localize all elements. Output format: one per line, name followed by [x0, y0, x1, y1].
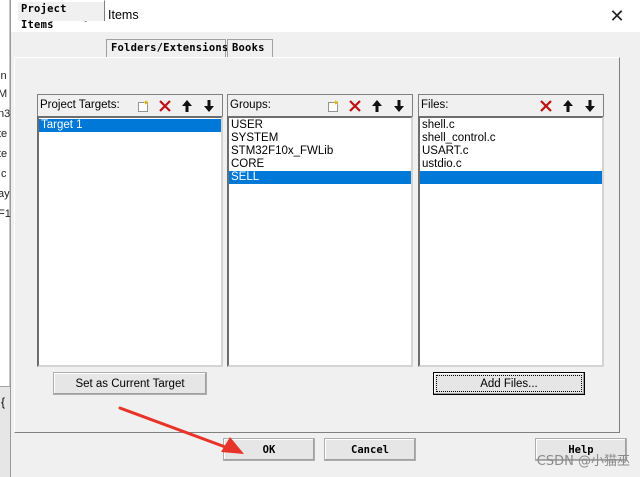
- background-editor-bottom: {: [0, 386, 10, 477]
- watermark: CSDN @小猫巫: [536, 454, 630, 469]
- set-current-target-button[interactable]: Set as Current Target: [53, 372, 207, 395]
- bg-fragment: n3: [0, 108, 11, 120]
- cancel-button[interactable]: Cancel: [324, 438, 416, 461]
- close-icon: ✕: [609, 5, 625, 27]
- arrow-up-icon: [182, 99, 192, 112]
- move-target-up-button[interactable]: [176, 96, 198, 115]
- title-bar[interactable]: Manage Project Items ✕: [11, 0, 640, 32]
- project-targets-toolbar: [132, 96, 220, 115]
- list-item[interactable]: SELL: [229, 171, 411, 184]
- delete-icon: [349, 99, 361, 112]
- move-group-down-button[interactable]: [388, 96, 410, 115]
- list-item[interactable]: Target 1: [39, 119, 221, 132]
- new-item-icon: [328, 99, 339, 112]
- groups-group: Groups: USER SYSTEM STM32F10x_FWLib CORE…: [227, 94, 413, 367]
- delete-icon: [159, 99, 171, 112]
- delete-group-button[interactable]: [344, 96, 366, 115]
- add-files-button[interactable]: Add Files...: [433, 372, 585, 395]
- bg-fragment: in: [0, 70, 7, 82]
- list-item[interactable]: STM32F10x_FWLib: [229, 145, 411, 158]
- project-targets-header: Project Targets:: [37, 94, 223, 116]
- move-file-up-button[interactable]: [557, 96, 579, 115]
- new-group-button[interactable]: [322, 96, 344, 115]
- close-button[interactable]: ✕: [607, 5, 627, 27]
- files-label: Files:: [421, 99, 449, 111]
- bg-fragment: te: [0, 128, 8, 140]
- list-item[interactable]: SYSTEM: [229, 132, 411, 145]
- groups-label: Groups:: [230, 99, 271, 111]
- list-item[interactable]: USART.c: [420, 145, 602, 158]
- tab-folders-extensions[interactable]: Folders/Extensions: [106, 39, 228, 57]
- list-item-empty-selected[interactable]: [420, 171, 602, 184]
- arrow-down-icon: [585, 99, 595, 112]
- tab-books[interactable]: Books: [227, 39, 273, 57]
- move-file-down-button[interactable]: [579, 96, 601, 115]
- new-target-button[interactable]: [132, 96, 154, 115]
- bg-fragment: M: [0, 88, 8, 100]
- ok-button[interactable]: OK: [223, 438, 315, 461]
- list-item[interactable]: shell.c: [420, 119, 602, 132]
- bg-fragment: {: [1, 395, 6, 409]
- delete-icon: [540, 99, 552, 112]
- groups-header: Groups:: [227, 94, 413, 116]
- delete-target-button[interactable]: [154, 96, 176, 115]
- files-list[interactable]: shell.c shell_control.c USART.c ustdio.c: [418, 116, 604, 367]
- move-target-down-button[interactable]: [198, 96, 220, 115]
- list-item[interactable]: USER: [229, 119, 411, 132]
- project-targets-label: Project Targets:: [40, 99, 120, 111]
- tab-project-items[interactable]: Project Items: [16, 0, 105, 31]
- list-item[interactable]: shell_control.c: [420, 132, 602, 145]
- files-toolbar: [535, 96, 601, 115]
- files-header: Files:: [418, 94, 604, 116]
- arrow-down-icon: [204, 99, 214, 112]
- arrow-up-icon: [372, 99, 382, 112]
- delete-file-button[interactable]: [535, 96, 557, 115]
- list-item[interactable]: ustdio.c: [420, 158, 602, 171]
- project-targets-group: Project Targets: Target 1: [37, 94, 223, 367]
- bg-fragment: te: [0, 148, 8, 160]
- new-item-icon: [138, 99, 149, 112]
- groups-toolbar: [322, 96, 410, 115]
- groups-list[interactable]: USER SYSTEM STM32F10x_FWLib CORE SELL: [227, 116, 413, 367]
- move-group-up-button[interactable]: [366, 96, 388, 115]
- list-item[interactable]: CORE: [229, 158, 411, 171]
- project-targets-list[interactable]: Target 1: [37, 116, 223, 367]
- bg-fragment: .c: [0, 168, 7, 180]
- bg-fragment: ay: [0, 188, 10, 200]
- arrow-up-icon: [563, 99, 573, 112]
- arrow-down-icon: [394, 99, 404, 112]
- files-group: Files: shell.c shell_control.c USART.c u…: [418, 94, 604, 367]
